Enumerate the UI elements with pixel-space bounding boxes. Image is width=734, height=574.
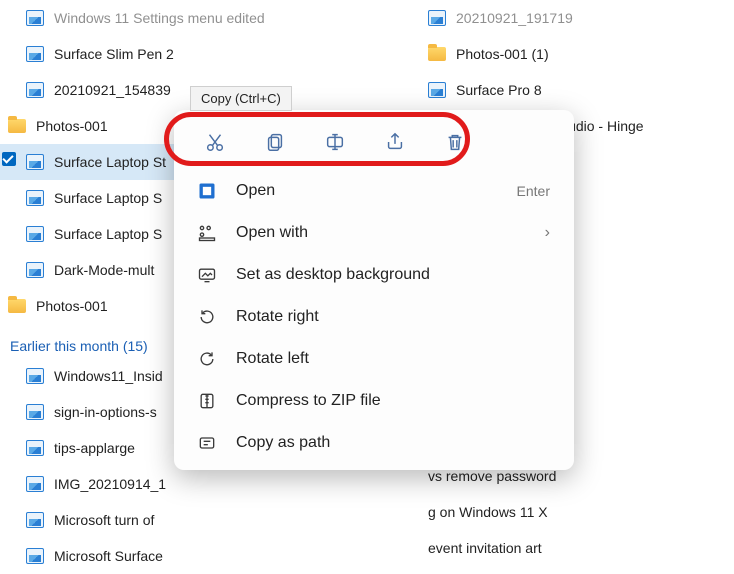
image-file-icon [26, 189, 44, 207]
image-file-icon [428, 81, 446, 99]
chevron-right-icon: › [545, 224, 550, 242]
file-label: Dark-Mode-mult [54, 262, 154, 278]
file-label: Surface Pro 8 [456, 82, 542, 98]
file-label: Photos-001 (1) [456, 46, 549, 62]
file-label: vs remove password [428, 468, 556, 484]
image-file-icon [26, 45, 44, 63]
file-label: Surface Laptop St [54, 154, 166, 170]
file-label: event invitation art [428, 540, 542, 556]
file-label: IMG_20210914_1 [54, 476, 166, 492]
bg-icon [196, 264, 218, 286]
menu-item-rot-l[interactable]: Rotate left [174, 338, 574, 380]
openwith-icon [196, 222, 218, 244]
menu-item-label: Copy as path [236, 434, 330, 452]
image-file-icon [26, 225, 44, 243]
file-label: tips-applarge [54, 440, 135, 456]
menu-item-open[interactable]: Open Enter [174, 170, 574, 212]
menu-item-label: Open [236, 182, 275, 200]
menu-item-label: Rotate left [236, 350, 309, 368]
menu-item-label: Rotate right [236, 308, 319, 326]
open-icon [196, 180, 218, 202]
copy-button[interactable] [256, 126, 294, 160]
path-icon [196, 432, 218, 454]
copy-icon [264, 131, 286, 156]
context-menu: Open Enter Open with › Set as desktop ba… [174, 110, 574, 470]
zip-icon [196, 390, 218, 412]
file-label: Surface Slim Pen 2 [54, 46, 174, 62]
image-file-icon [26, 261, 44, 279]
file-item[interactable]: Photos-001 (1) [380, 36, 734, 72]
rot-r-icon [196, 306, 218, 328]
menu-item-bg[interactable]: Set as desktop background [174, 254, 574, 296]
image-file-icon [26, 9, 44, 27]
image-file-icon [26, 439, 44, 457]
folder-icon [8, 297, 26, 315]
file-label: Surface Laptop S [54, 190, 162, 206]
file-label: Photos-001 [36, 298, 108, 314]
file-item[interactable]: g on Windows 11 X [380, 494, 734, 530]
image-file-icon [26, 475, 44, 493]
delete-icon [444, 131, 466, 156]
image-file-icon [26, 403, 44, 421]
copy-tooltip: Copy (Ctrl+C) [190, 86, 292, 111]
menu-hint: Enter [517, 183, 550, 199]
file-item[interactable]: Windows 11 Settings menu edited [0, 0, 380, 36]
rot-l-icon [196, 348, 218, 370]
file-label: Windows 11 Settings menu edited [54, 10, 265, 26]
file-label: sign-in-options-s [54, 404, 157, 420]
file-label: Windows11_Insid [54, 368, 163, 384]
file-item[interactable]: Microsoft Surface [0, 538, 380, 574]
image-file-icon [26, 547, 44, 565]
menu-item-label: Set as desktop background [236, 266, 430, 284]
file-label: 20210921_191719 [456, 10, 573, 26]
quick-actions-row [174, 120, 574, 170]
menu-item-zip[interactable]: Compress to ZIP file [174, 380, 574, 422]
folder-icon [8, 117, 26, 135]
folder-icon [428, 45, 446, 63]
image-file-icon [26, 511, 44, 529]
share-icon [384, 131, 406, 156]
file-item[interactable]: Microsoft turn of [0, 502, 380, 538]
cut-icon [204, 131, 226, 156]
file-label: Surface Laptop S [54, 226, 162, 242]
file-label: g on Windows 11 X [428, 504, 548, 520]
file-item[interactable]: Surface Slim Pen 2 [0, 36, 380, 72]
menu-item-label: Open with [236, 224, 308, 242]
file-label: Microsoft Surface [54, 548, 163, 564]
file-item[interactable]: IMG_20210914_1 [0, 466, 380, 502]
share-button[interactable] [376, 126, 414, 160]
menu-item-openwith[interactable]: Open with › [174, 212, 574, 254]
menu-item-path[interactable]: Copy as path [174, 422, 574, 464]
cut-button[interactable] [196, 126, 234, 160]
file-label: Photos-001 [36, 118, 108, 134]
rename-icon [324, 131, 346, 156]
image-file-icon [428, 9, 446, 27]
file-item[interactable]: event invitation art [380, 530, 734, 566]
image-file-icon [26, 81, 44, 99]
menu-item-label: Compress to ZIP file [236, 392, 381, 410]
rename-button[interactable] [316, 126, 354, 160]
file-label: 20210921_154839 [54, 82, 171, 98]
file-label: Microsoft turn of [54, 512, 154, 528]
file-item[interactable]: 20210921_191719 [380, 0, 734, 36]
menu-item-rot-r[interactable]: Rotate right [174, 296, 574, 338]
image-file-icon [26, 367, 44, 385]
image-file-icon [26, 153, 44, 171]
file-item[interactable]: Surface Pro 8 [380, 72, 734, 108]
delete-button[interactable] [436, 126, 474, 160]
